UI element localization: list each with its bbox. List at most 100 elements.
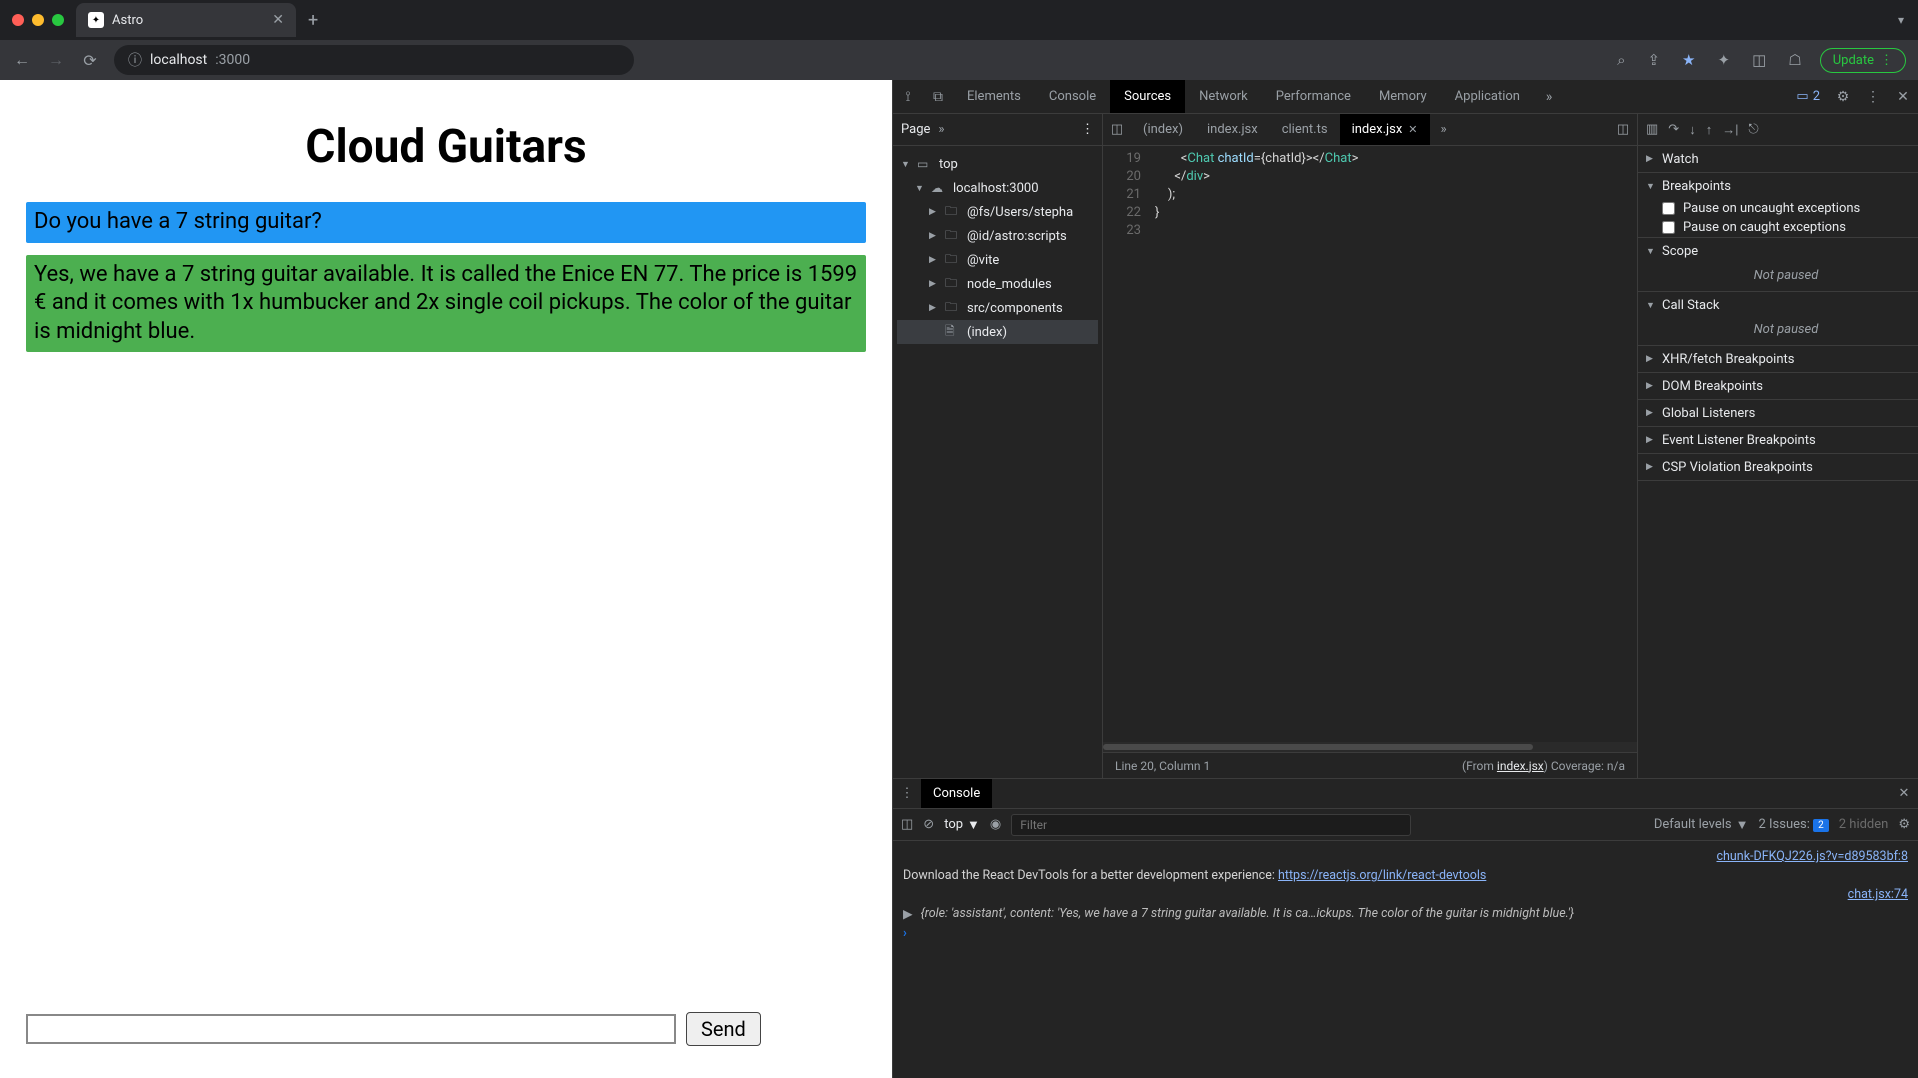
console-line: Download the React DevTools for a better… xyxy=(903,866,1908,885)
navigator-menu-icon[interactable]: ⋮ xyxy=(1081,122,1094,137)
close-devtools-icon[interactable]: ✕ xyxy=(1888,89,1918,105)
minimize-window-icon[interactable] xyxy=(32,14,44,26)
console-object[interactable]: {role: 'assistant', content: 'Yes, we ha… xyxy=(921,906,1574,921)
drawer-menu-icon[interactable]: ⋮ xyxy=(893,786,921,801)
editor-tab[interactable]: index.jsx xyxy=(1195,114,1270,145)
tree-folder[interactable]: ▶🗀src/components xyxy=(897,296,1098,320)
tree-top[interactable]: ▼▭ top xyxy=(897,152,1098,176)
tab-overflow-icon[interactable]: ▾ xyxy=(1884,13,1918,27)
devtools-tab-performance[interactable]: Performance xyxy=(1262,80,1365,113)
menu-icon: ⋮ xyxy=(1880,53,1893,68)
console-output[interactable]: chunk-DFKQJ226.js?v=d89583bf:8 Download … xyxy=(893,841,1918,1078)
global-listeners-section[interactable]: ▶Global Listeners xyxy=(1638,400,1918,427)
devtools-tab-network[interactable]: Network xyxy=(1185,80,1262,113)
device-toolbar-icon[interactable]: ⧉ xyxy=(923,89,953,105)
window-controls[interactable] xyxy=(12,14,64,26)
inspect-icon[interactable]: ⟟ xyxy=(893,89,923,105)
file-tree[interactable]: ▼▭ top ▼☁ localhost:3000 ▶🗀@fs/Users/ste… xyxy=(893,146,1102,350)
context-selector[interactable]: top▼ xyxy=(944,817,980,833)
editor-tab[interactable]: client.ts xyxy=(1270,114,1340,145)
more-nav-icon[interactable]: » xyxy=(930,122,944,137)
dom-breakpoints-section[interactable]: ▶DOM Breakpoints xyxy=(1638,373,1918,400)
hidden-count[interactable]: 2 hidden xyxy=(1839,817,1889,832)
console-filter-input[interactable] xyxy=(1011,814,1411,836)
sidepanel-icon[interactable]: ◫ xyxy=(1748,51,1770,69)
issues-indicator[interactable]: ▭ 2 xyxy=(1788,89,1828,104)
toggle-navigator-icon[interactable]: ◫ xyxy=(1103,122,1131,137)
tree-origin[interactable]: ▼☁ localhost:3000 xyxy=(897,176,1098,200)
log-levels-selector[interactable]: Default levels▼ xyxy=(1654,817,1749,833)
editor-tab[interactable]: (index) xyxy=(1131,114,1195,145)
send-button[interactable]: Send xyxy=(686,1012,761,1046)
navigator-tab-page[interactable]: Page xyxy=(901,122,930,137)
breakpoints-section[interactable]: ▼Breakpoints Pause on uncaught exception… xyxy=(1638,173,1918,238)
csp-bp-section[interactable]: ▶CSP Violation Breakpoints xyxy=(1638,454,1918,481)
step-icon[interactable]: →| xyxy=(1722,122,1738,138)
browser-tab[interactable]: ✦ Astro ✕ xyxy=(76,3,296,37)
react-devtools-link[interactable]: https://reactjs.org/link/react-devtools xyxy=(1278,868,1486,883)
event-listener-bp-section[interactable]: ▶Event Listener Breakpoints xyxy=(1638,427,1918,454)
console-message: Download the React DevTools for a better… xyxy=(903,868,1486,883)
drawer-tab-console[interactable]: Console xyxy=(921,779,992,808)
chat-input[interactable] xyxy=(26,1014,676,1044)
extensions-icon[interactable]: ✦ xyxy=(1714,51,1735,69)
devtools-tab-sources[interactable]: Sources xyxy=(1110,80,1185,113)
url-field[interactable]: ⓘ localhost:3000 xyxy=(114,45,634,75)
expand-icon[interactable]: ▶ xyxy=(903,906,913,922)
close-window-icon[interactable] xyxy=(12,14,24,26)
pause-caught-checkbox[interactable]: Pause on caught exceptions xyxy=(1638,218,1918,237)
toggle-sidebar-console-icon[interactable]: ◫ xyxy=(901,817,913,832)
tree-file-index[interactable]: 🗎 (index) xyxy=(897,320,1098,344)
console-line: chunk-DFKQJ226.js?v=d89583bf:8 xyxy=(903,847,1908,866)
console-prompt[interactable]: › xyxy=(903,924,1908,943)
update-button[interactable]: Update⋮ xyxy=(1820,48,1906,73)
watch-section[interactable]: ▶Watch xyxy=(1638,146,1918,173)
close-editor-tab-icon[interactable]: ✕ xyxy=(1408,123,1417,136)
tree-folder[interactable]: ▶🗀@vite xyxy=(897,248,1098,272)
devtools-tab-console[interactable]: Console xyxy=(1035,80,1110,113)
kebab-icon[interactable]: ⋮ xyxy=(1858,89,1888,105)
tree-folder[interactable]: ▶🗀@id/astro:scripts xyxy=(897,224,1098,248)
editor-tab[interactable]: index.jsx✕ xyxy=(1340,114,1430,145)
editor-scrollbar[interactable] xyxy=(1103,742,1637,752)
clear-console-icon[interactable]: ⊘ xyxy=(923,817,934,832)
share-icon[interactable]: ⇪ xyxy=(1643,51,1664,69)
step-over-icon[interactable]: ↷ xyxy=(1668,122,1679,137)
console-source-link[interactable]: chunk-DFKQJ226.js?v=d89583bf:8 xyxy=(1716,849,1908,864)
deactivate-bp-icon[interactable]: ⎋ xyxy=(1748,122,1758,137)
more-tabs-icon[interactable]: » xyxy=(1534,89,1564,105)
zoom-icon[interactable]: ⌕ xyxy=(1613,51,1629,69)
settings-icon[interactable]: ⚙ xyxy=(1828,89,1858,105)
more-editor-tabs-icon[interactable]: » xyxy=(1430,122,1458,137)
toggle-sidebar-icon[interactable]: ◫ xyxy=(1609,122,1637,137)
tab-title: Astro xyxy=(112,13,264,28)
devtools-tab-elements[interactable]: Elements xyxy=(953,80,1035,113)
close-drawer-icon[interactable]: ✕ xyxy=(1890,786,1918,801)
fullscreen-window-icon[interactable] xyxy=(52,14,64,26)
live-expression-icon[interactable]: ◉ xyxy=(990,817,1001,832)
console-source-link[interactable]: chat.jsx:74 xyxy=(1848,887,1908,902)
new-tab-button[interactable]: + xyxy=(296,10,330,31)
status-source-link[interactable]: index.jsx xyxy=(1497,759,1544,773)
scope-section[interactable]: ▼Scope Not paused xyxy=(1638,238,1918,292)
profile-icon[interactable]: ☖ xyxy=(1784,51,1805,69)
reload-button[interactable]: ⟳ xyxy=(80,51,100,70)
editor-status-bar: Line 20, Column 1 (From index.jsx) Cover… xyxy=(1103,752,1637,778)
pause-icon[interactable]: ▥ xyxy=(1646,122,1658,137)
bookmark-icon[interactable]: ★ xyxy=(1678,51,1699,69)
callstack-section[interactable]: ▼Call Stack Not paused xyxy=(1638,292,1918,346)
tree-folder[interactable]: ▶🗀node_modules xyxy=(897,272,1098,296)
issues-link[interactable]: 2 Issues: 2 xyxy=(1758,817,1828,832)
code-editor[interactable]: 1920212223 <Chat chatId={chatId}></Chat>… xyxy=(1103,146,1637,752)
console-settings-icon[interactable]: ⚙ xyxy=(1898,817,1910,832)
devtools-tab-application[interactable]: Application xyxy=(1441,80,1534,113)
devtools-tab-memory[interactable]: Memory xyxy=(1365,80,1441,113)
xhr-breakpoints-section[interactable]: ▶XHR/fetch Breakpoints xyxy=(1638,346,1918,373)
step-into-icon[interactable]: ↓ xyxy=(1689,122,1696,138)
close-tab-icon[interactable]: ✕ xyxy=(272,12,284,28)
tree-folder[interactable]: ▶🗀@fs/Users/stepha xyxy=(897,200,1098,224)
pause-uncaught-checkbox[interactable]: Pause on uncaught exceptions xyxy=(1638,199,1918,218)
step-out-icon[interactable]: ↑ xyxy=(1706,122,1713,138)
site-info-icon[interactable]: ⓘ xyxy=(128,50,142,70)
back-button[interactable]: ← xyxy=(12,50,32,70)
